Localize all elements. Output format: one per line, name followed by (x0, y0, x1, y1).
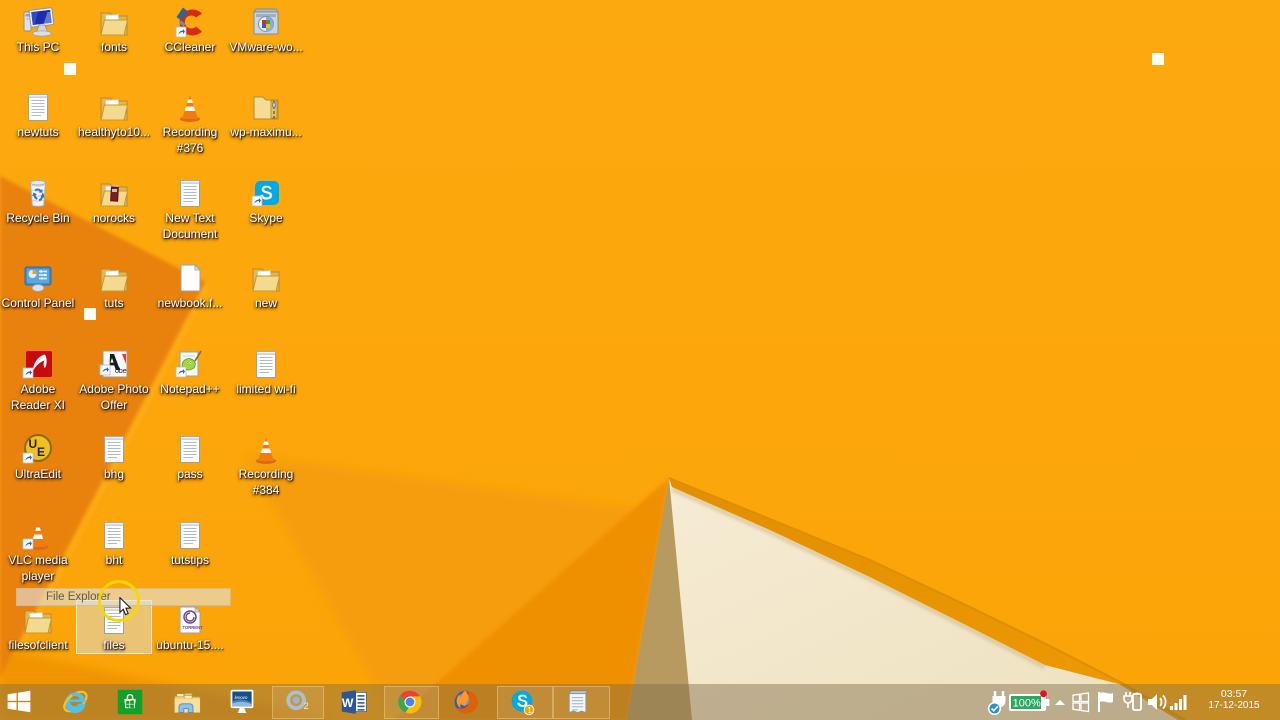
svg-text:100%: 100% (1013, 698, 1041, 710)
svg-text:2: 2 (304, 701, 309, 711)
svg-text:U: U (29, 437, 38, 451)
svg-text:lenovo: lenovo (235, 695, 248, 700)
svg-text:W: W (342, 696, 354, 710)
svg-text:1: 1 (527, 706, 531, 715)
svg-text:E: E (37, 445, 45, 459)
svg-text:obe: obe (115, 368, 127, 375)
svg-text:TORRENT: TORRENT (183, 625, 204, 630)
